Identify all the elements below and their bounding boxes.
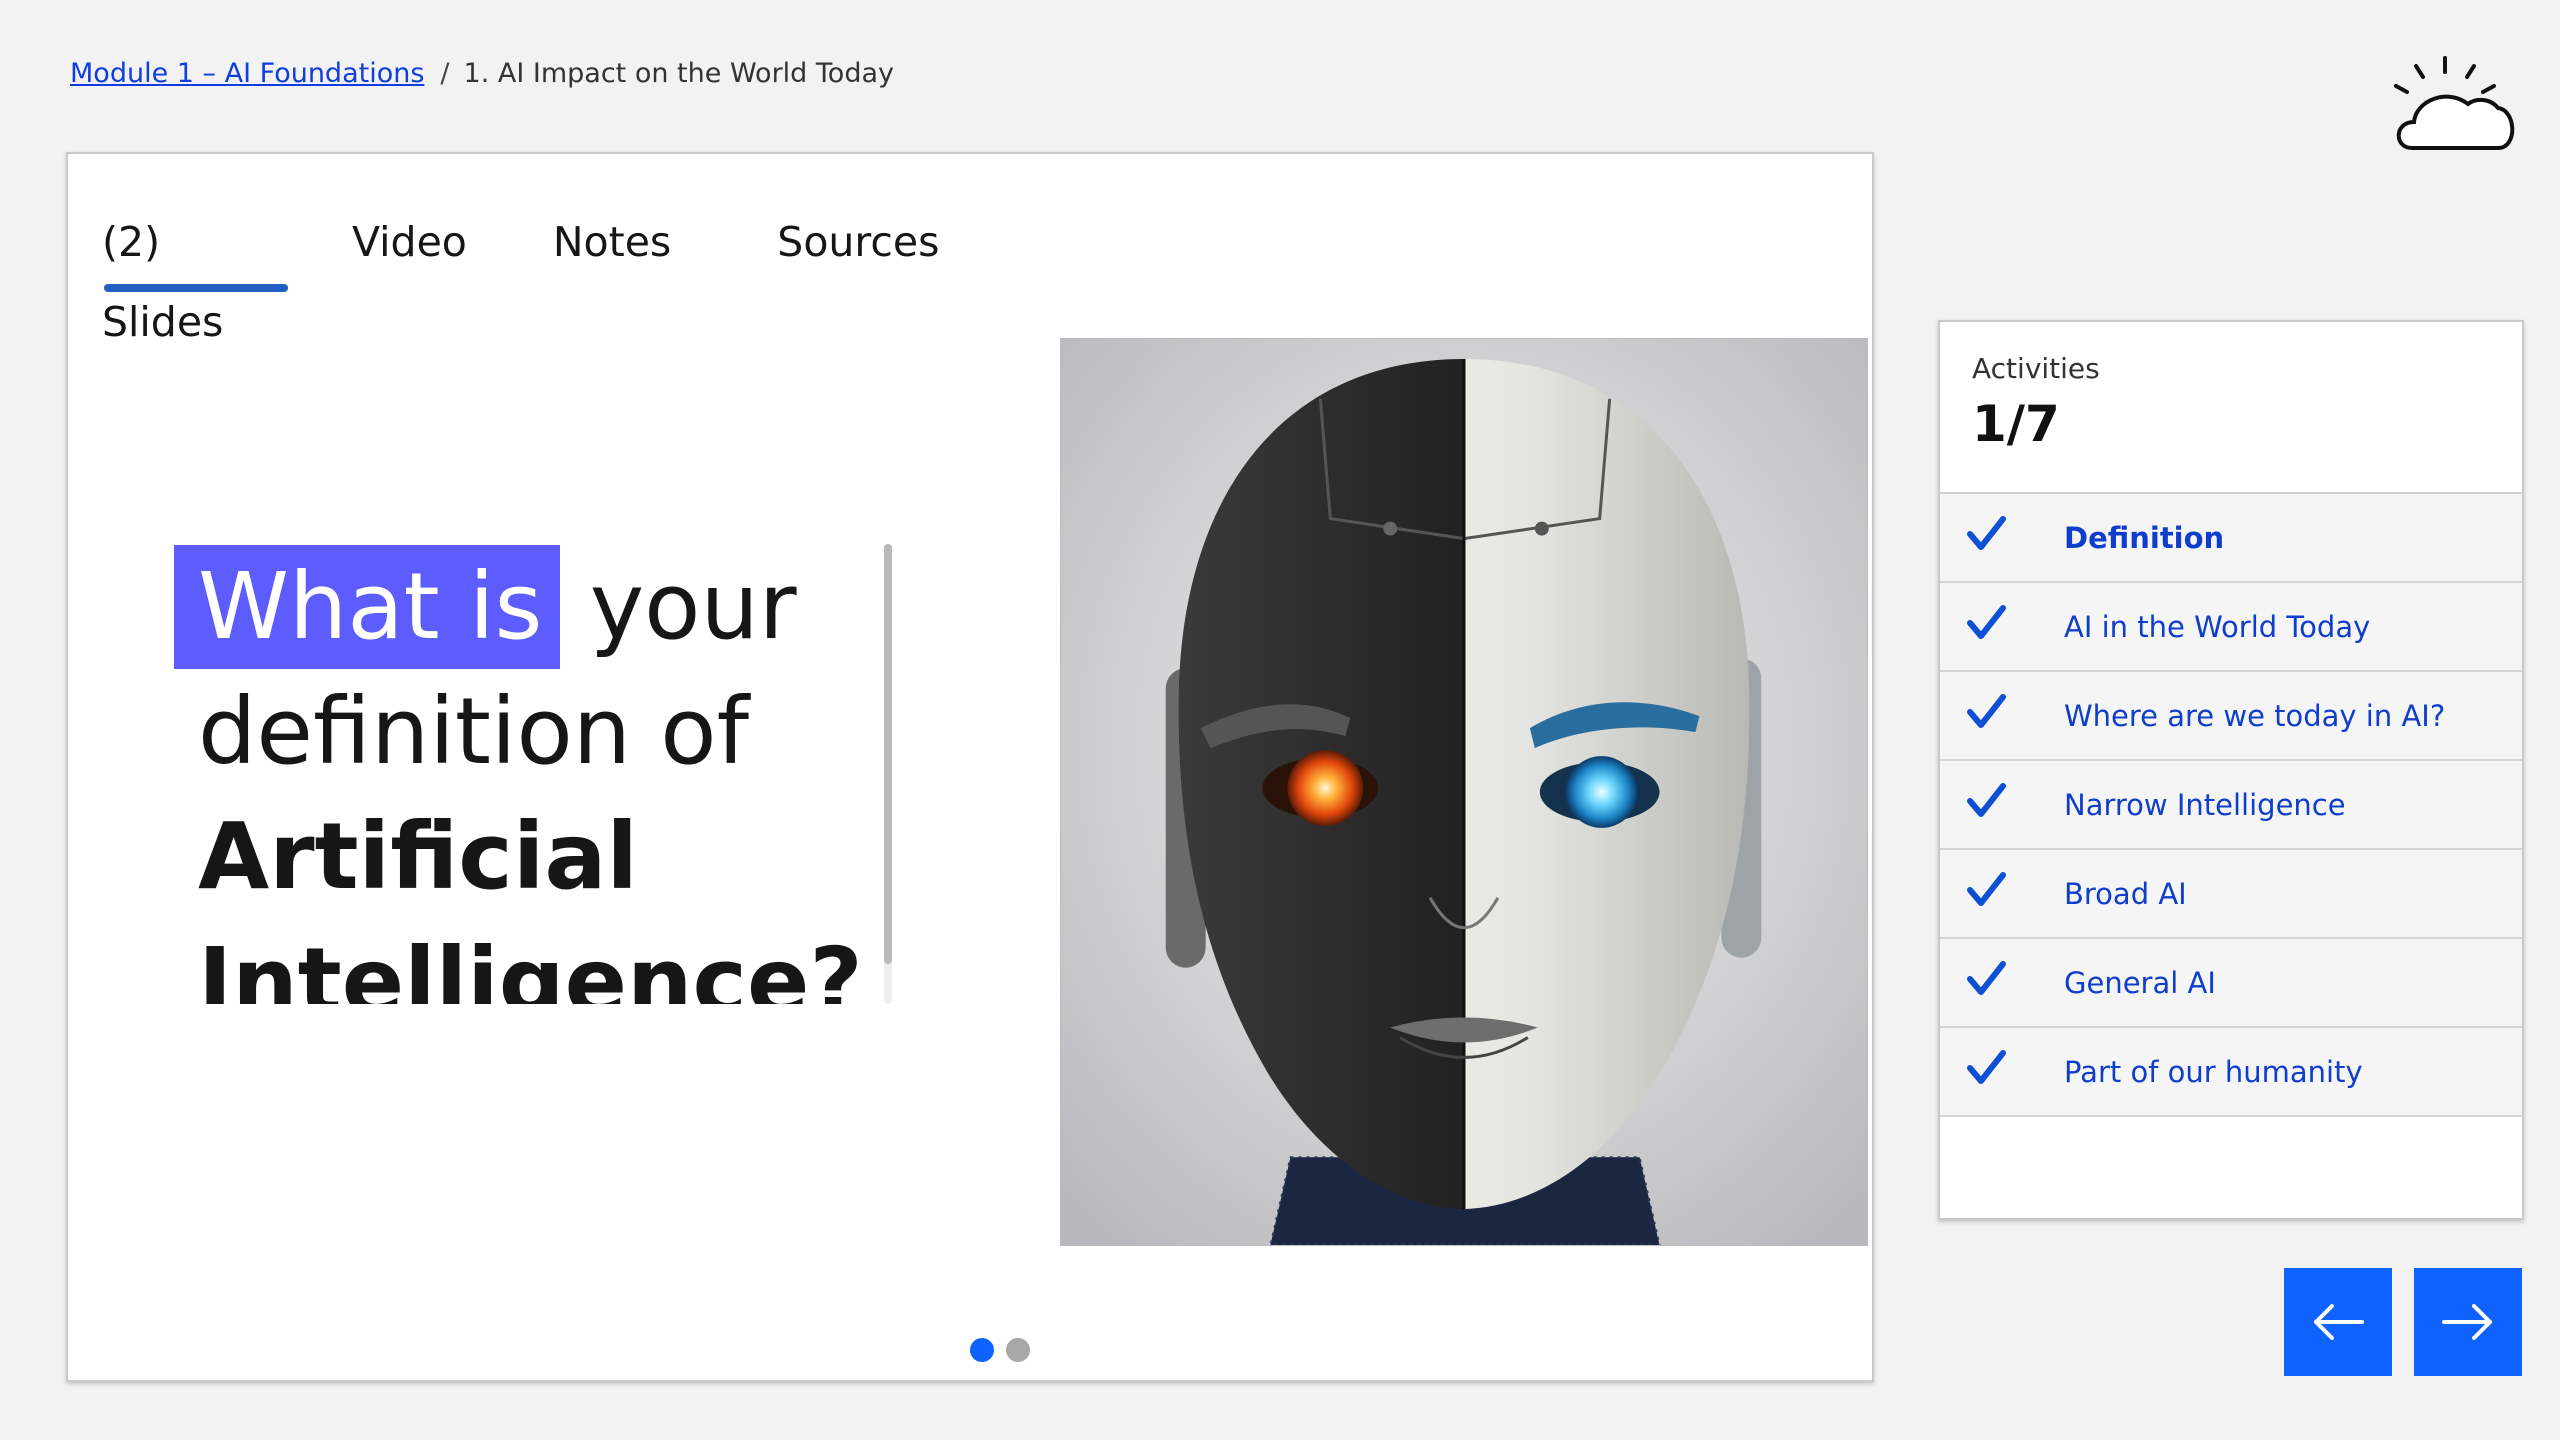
activity-label: Broad AI <box>2064 876 2187 911</box>
activity-item-broad-ai[interactable]: Broad AI <box>1940 850 2522 939</box>
checkmark-icon <box>1967 694 2006 728</box>
activities-panel: Activities 1/7 Definition AI in the Worl… <box>1938 320 2524 1220</box>
pagination-dot-1[interactable] <box>970 1338 994 1362</box>
checkmark-icon <box>1967 872 2006 906</box>
activity-label: Narrow Intelligence <box>2064 787 2346 822</box>
activities-count: 1/7 <box>1972 395 2060 453</box>
activity-label: Definition <box>2064 520 2225 555</box>
breadcrumb: Module 1 – AI Foundations / 1. AI Impact… <box>70 58 894 89</box>
activity-label: Part of our humanity <box>2064 1054 2363 1089</box>
slide-line-2: definition of <box>198 678 749 785</box>
arrow-left-icon <box>2314 1304 2364 1340</box>
checkmark-icon <box>1967 1050 2006 1084</box>
activities-header: Activities 1/7 <box>1940 322 2522 494</box>
activities-label: Activities <box>1972 352 2100 385</box>
activity-item-narrow-intelligence[interactable]: Narrow Intelligence <box>1940 761 2522 850</box>
slide-line-1: your <box>589 553 797 660</box>
checkmark-icon <box>1967 783 2006 817</box>
arrow-right-icon <box>2442 1304 2492 1340</box>
slide-text: What is your definition of Artificial In… <box>174 544 974 1004</box>
activity-label: Where are we today in AI? <box>2064 698 2446 733</box>
previous-button[interactable] <box>2284 1268 2392 1376</box>
slide-line-3: Artificial <box>198 803 638 910</box>
tab-slides[interactable]: (2) Slides <box>94 202 294 346</box>
activity-item-definition[interactable]: Definition <box>1940 494 2522 583</box>
tab-video[interactable]: Video <box>344 202 475 292</box>
slide-pagination <box>970 1338 1030 1362</box>
activity-label: General AI <box>2064 965 2216 1000</box>
activity-item-part-of-our-humanity[interactable]: Part of our humanity <box>1940 1028 2522 1117</box>
scrollbar-thumb[interactable] <box>884 544 892 964</box>
activity-item-ai-in-the-world-today[interactable]: AI in the World Today <box>1940 583 2522 672</box>
slide-line-4: Intelligence? <box>198 928 863 1004</box>
content-card: (2) Slides Video Notes Sources What is y… <box>66 152 1874 1382</box>
activity-item-where-are-we-today[interactable]: Where are we today in AI? <box>1940 672 2522 761</box>
checkmark-icon <box>1967 516 2006 550</box>
activity-item-general-ai[interactable]: General AI <box>1940 939 2522 1028</box>
highlighted-text: What is <box>174 545 561 669</box>
robot-face-image <box>1060 338 1868 1246</box>
cloud-sun-icon <box>2394 56 2515 150</box>
slide-scrollbar[interactable] <box>884 544 892 1004</box>
tab-bar: (2) Slides Video Notes Sources <box>94 202 947 346</box>
checkmark-icon <box>1967 605 2006 639</box>
activity-label: AI in the World Today <box>2064 609 2371 644</box>
breadcrumb-module-link[interactable]: Module 1 – AI Foundations <box>70 58 424 89</box>
tab-notes[interactable]: Notes <box>545 202 679 292</box>
breadcrumb-separator: / <box>440 58 450 89</box>
checkmark-icon <box>1967 961 2006 995</box>
tab-sources[interactable]: Sources <box>769 202 947 292</box>
breadcrumb-current: 1. AI Impact on the World Today <box>463 58 894 89</box>
pagination-dot-2[interactable] <box>1006 1338 1030 1362</box>
next-button[interactable] <box>2414 1268 2522 1376</box>
